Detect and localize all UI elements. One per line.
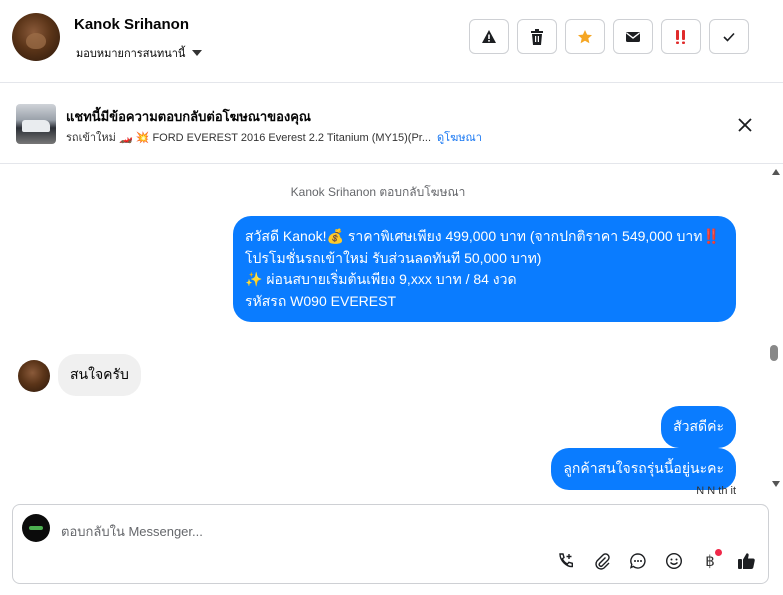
star-icon (578, 29, 592, 43)
ad-description: รถเข้าใหม่ 🏎️ 💥 FORD EVEREST 2016 Everes… (66, 132, 432, 144)
phone-plus-icon (559, 553, 573, 568)
mark-spam-button[interactable] (469, 19, 509, 54)
priority-button[interactable] (661, 19, 701, 54)
message-text: ✨ ผ่อนสบายเริ่มต้นเพียง 9,xxx บาท / 84 ง… (245, 271, 517, 287)
outgoing-message[interactable]: สัวสดีค่ะ (661, 406, 736, 448)
priority-icon (676, 29, 685, 44)
message-text: สวัสดี Kanok!💰 ราคาพิเศษเพียง 499,000 บา… (245, 228, 720, 266)
ad-banner-title: แชทนี้มีข้อความตอบกลับต่อโฆษณาของคุณ (66, 109, 311, 124)
emoji-button[interactable] (664, 551, 684, 571)
smiley-icon (665, 552, 683, 570)
outgoing-message[interactable]: สวัสดี Kanok!💰 ราคาพิเศษเพียง 499,000 บา… (233, 216, 736, 322)
thread-scrollbar[interactable] (768, 165, 783, 495)
message-text: รหัสรถ W090 EVEREST (245, 292, 396, 309)
mail-icon (626, 31, 640, 42)
sender-tag: N N th it (696, 485, 736, 495)
ad-reply-banner: แชทนี้มีข้อความตอบกลับต่อโฆษณาของคุณ รถเ… (0, 84, 783, 164)
contact-avatar-small (18, 360, 50, 392)
reply-input[interactable]: ตอบกลับใน Messenger... (61, 521, 203, 542)
scroll-down-arrow-icon[interactable] (772, 481, 780, 487)
page-avatar (22, 514, 50, 542)
call-request-button[interactable] (556, 551, 576, 571)
header-actions (469, 19, 749, 54)
star-button[interactable] (565, 19, 605, 54)
view-ad-link[interactable]: ดูโฆษณา (437, 132, 482, 144)
scroll-thumb[interactable] (770, 345, 778, 361)
scroll-up-arrow-icon[interactable] (772, 169, 780, 175)
contact-avatar[interactable] (12, 13, 60, 61)
message-thread: Kanok Srihanon ตอบกลับโฆษณา สวัสดี Kanok… (0, 165, 768, 495)
assign-conversation-dropdown[interactable]: มอบหมายการสนทนานี้ (76, 44, 203, 62)
conversation-header: Kanok Srihanon มอบหมายการสนทนานี้ (0, 0, 783, 83)
chat-bubble-icon (629, 553, 646, 569)
baht-icon: ฿ (705, 553, 715, 570)
payment-button[interactable]: ฿ (700, 549, 722, 571)
notification-dot (715, 549, 722, 556)
close-icon[interactable] (736, 116, 754, 134)
incoming-message[interactable]: สนใจครับ (58, 354, 141, 396)
warning-icon (482, 29, 496, 43)
ad-reply-meta: Kanok Srihanon ตอบกลับโฆษณา (290, 185, 466, 199)
saved-replies-button[interactable] (628, 551, 648, 571)
reply-composer: ตอบกลับใน Messenger... ฿ (12, 504, 769, 584)
outgoing-message[interactable]: ลูกค้าสนใจรถรุ่นนี้อยู่นะคะ (551, 448, 736, 490)
contact-name[interactable]: Kanok Srihanon (74, 16, 189, 33)
composer-tools: ฿ (556, 549, 756, 571)
send-like-button[interactable] (736, 551, 756, 571)
trash-icon (531, 28, 543, 45)
attach-file-button[interactable] (592, 551, 612, 571)
delete-button[interactable] (517, 19, 557, 54)
thumbs-up-icon (737, 553, 755, 569)
caret-down-icon (192, 50, 203, 56)
paperclip-icon (595, 553, 610, 570)
check-icon (723, 32, 735, 42)
assign-label: มอบหมายการสนทนานี้ (76, 48, 186, 60)
ad-banner-subtitle: รถเข้าใหม่ 🏎️ 💥 FORD EVEREST 2016 Everes… (66, 128, 482, 146)
mark-unread-button[interactable] (613, 19, 653, 54)
ad-thumbnail[interactable] (16, 104, 56, 144)
mark-done-button[interactable] (709, 19, 749, 54)
